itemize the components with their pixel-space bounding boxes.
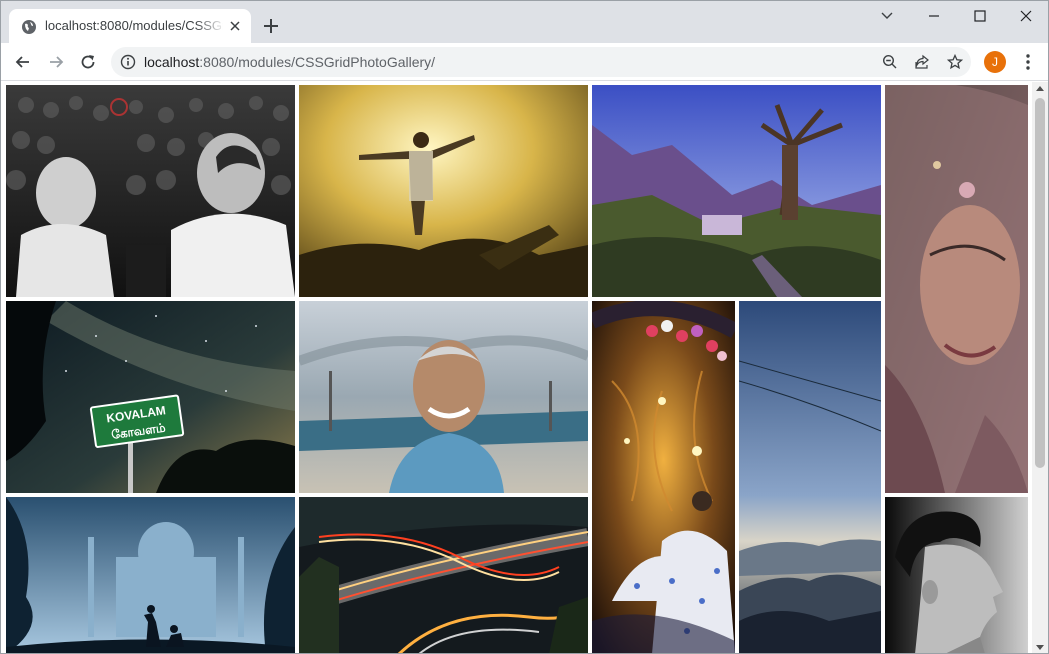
star-icon[interactable]: [945, 52, 965, 72]
tab-title-fade: [195, 15, 225, 37]
photo-mountain-tree[interactable]: [592, 85, 881, 297]
scroll-up-icon[interactable]: [1036, 86, 1044, 91]
browser-window: localhost:8080/modules/CSSGridPhotoGalle…: [0, 0, 1049, 654]
photo-smiling-old-man[interactable]: [299, 301, 588, 493]
photo-bride-portrait[interactable]: [885, 85, 1028, 493]
scrollbar-thumb[interactable]: [1035, 98, 1045, 468]
info-icon[interactable]: [120, 54, 136, 70]
close-icon[interactable]: [1006, 5, 1046, 27]
photo-concert-audience-bw[interactable]: [6, 85, 295, 297]
photo-boy-arms-outstretched[interactable]: [299, 85, 588, 297]
vertical-scrollbar[interactable]: [1032, 82, 1048, 653]
url-path: :8080/modules/CSSGridPhotoGallery/: [199, 54, 436, 70]
arrow-right-icon[interactable]: [44, 50, 68, 74]
photo-man-profile-bw[interactable]: [885, 497, 1028, 653]
arrow-left-icon[interactable]: [11, 50, 35, 74]
photo-woman-saree-flowers[interactable]: [592, 301, 735, 653]
photo-highway-light-trails[interactable]: [299, 497, 588, 653]
vertical-dots-icon[interactable]: [1018, 52, 1038, 72]
zoom-out-icon[interactable]: [880, 52, 900, 72]
photo-kovalam-night-sky[interactable]: KOVALAM கோவளம்: [6, 301, 295, 493]
photo-blue-sky-hills[interactable]: [739, 301, 881, 653]
url-text[interactable]: localhost:8080/modules/CSSGridPhotoGalle…: [144, 54, 435, 70]
chevron-down-icon[interactable]: [867, 5, 907, 27]
tab-strip: localhost:8080/modules/CSSGridPhotoGalle…: [1, 1, 1048, 43]
browser-tab[interactable]: localhost:8080/modules/CSSGridPhotoGalle…: [9, 9, 251, 43]
url-host: localhost: [144, 54, 200, 70]
share-icon[interactable]: [912, 52, 932, 72]
reload-icon[interactable]: [76, 50, 100, 74]
browser-toolbar: localhost:8080/modules/CSSGridPhotoGalle…: [1, 43, 1048, 81]
minimize-icon[interactable]: [914, 5, 954, 27]
photo-gallery: KOVALAM கோவளம்: [1, 82, 1032, 653]
address-bar[interactable]: localhost:8080/modules/CSSGridPhotoGalle…: [111, 47, 971, 77]
globe-icon: [21, 19, 37, 35]
maximize-icon[interactable]: [960, 5, 1000, 27]
scroll-down-icon[interactable]: [1036, 645, 1044, 650]
plus-icon[interactable]: [261, 16, 281, 36]
photo-taj-mahal-couple[interactable]: [6, 497, 295, 653]
profile-avatar[interactable]: J: [984, 51, 1006, 73]
close-icon[interactable]: [227, 18, 243, 34]
